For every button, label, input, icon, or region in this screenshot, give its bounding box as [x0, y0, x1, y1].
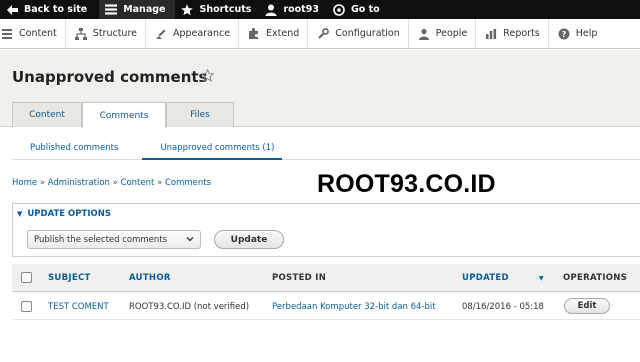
menu-item-configuration[interactable]: Configuration [308, 19, 409, 48]
updated-date: 08/16/2016 - 05:18 [462, 302, 544, 312]
extend-icon [247, 27, 261, 41]
menu-item-extend[interactable]: Extend [239, 19, 309, 48]
menu-item-content[interactable]: Content [0, 19, 66, 48]
posted-in-link[interactable]: Perbedaan Komputer 32-bit dan 64-bit [272, 302, 436, 312]
content-icon [0, 27, 14, 41]
table-header: SUBJECT AUTHOR POSTED IN UPDATED ▼ OPERA… [12, 264, 640, 292]
manage-label: Manage [123, 4, 166, 15]
action-select[interactable]: Publish the selected comments [27, 230, 201, 249]
tab-comments[interactable]: Comments [82, 102, 166, 128]
configuration-icon [316, 27, 330, 41]
update-button[interactable]: Update [214, 230, 284, 249]
shortcuts-label: Shortcuts [199, 4, 252, 15]
go-to-label: Go to [350, 4, 380, 15]
tab-files[interactable]: Files [166, 102, 234, 127]
comment-subject-link[interactable]: TEST COMENT [48, 302, 109, 312]
globe-icon [333, 3, 345, 16]
secondary-tabs: Published comments Unapproved comments (… [12, 138, 640, 160]
update-options-toggle[interactable]: ▼ UPDATE OPTIONS [17, 209, 111, 219]
menu-label-content: Content [19, 28, 57, 39]
top-toolbar: Back to site Manage Shortcuts root93 Go … [0, 0, 640, 19]
header-operations: OPERATIONS [563, 273, 628, 283]
primary-tabs: Content Comments Files [12, 102, 234, 128]
page-header: Unapproved comments Content Comments Fil… [0, 50, 640, 128]
menu-item-help[interactable]: ? Help [549, 19, 606, 48]
menu-item-reports[interactable]: Reports [476, 19, 549, 48]
menu-item-people[interactable]: People [409, 19, 477, 48]
go-to-tab[interactable]: Go to [327, 0, 388, 19]
tab-published-comments[interactable]: Published comments [12, 138, 126, 160]
edit-button[interactable]: Edit [564, 298, 610, 314]
help-icon: ? [557, 27, 571, 41]
breadcrumb-comments[interactable]: Comments [165, 178, 211, 188]
back-to-site-link[interactable]: Back to site [0, 0, 95, 19]
watermark-text: ROOT93.CO.ID [317, 170, 496, 198]
menu-label-people: People [435, 28, 468, 39]
menu-label-help: Help [575, 28, 598, 39]
breadcrumb-administration[interactable]: Administration [48, 178, 110, 188]
menu-label-structure: Structure [92, 28, 137, 39]
breadcrumb-separator: » [157, 178, 163, 188]
svg-text:?: ? [561, 30, 566, 39]
menu-label-appearance: Appearance [173, 28, 231, 39]
action-select-value: Publish the selected comments [34, 234, 168, 245]
breadcrumb-separator: » [39, 178, 46, 188]
breadcrumb-home[interactable]: Home [12, 178, 37, 188]
select-all-checkbox[interactable] [21, 272, 32, 283]
menu-label-extend: Extend [266, 28, 300, 39]
page-title: Unapproved comments [12, 68, 208, 86]
star-icon [181, 3, 194, 16]
back-to-site-label: Back to site [24, 4, 88, 15]
user-tab[interactable]: root93 [259, 0, 327, 19]
admin-menu: Content Structure Appearance Extend Conf… [0, 19, 640, 49]
row-checkbox[interactable] [21, 301, 32, 312]
comment-author: ROOT93.CO.ID (not verified) [129, 302, 250, 312]
appearance-icon [154, 27, 168, 41]
menu-item-appearance[interactable]: Appearance [146, 19, 240, 48]
header-updated[interactable]: UPDATED [462, 273, 509, 283]
caret-down-icon: ▼ [17, 210, 23, 218]
breadcrumb: Home » Administration » Content » Commen… [12, 178, 211, 188]
header-author[interactable]: AUTHOR [129, 273, 171, 283]
sort-descending-icon: ▼ [539, 275, 544, 282]
update-options-panel: ▼ UPDATE OPTIONS Publish the selected co… [12, 203, 640, 257]
header-subject[interactable]: SUBJECT [48, 273, 91, 283]
arrow-left-icon [6, 4, 18, 16]
shortcuts-tab[interactable]: Shortcuts [175, 0, 259, 19]
user-label: root93 [283, 4, 319, 15]
breadcrumb-content[interactable]: Content [121, 178, 155, 188]
shortcut-star-icon[interactable] [200, 68, 215, 85]
menu-label-reports: Reports [503, 28, 540, 39]
user-icon [265, 4, 277, 16]
chevron-down-icon [186, 235, 194, 246]
menu-label-configuration: Configuration [335, 28, 400, 39]
hamburger-icon [105, 4, 118, 16]
menu-item-structure[interactable]: Structure [66, 19, 146, 48]
comments-table: SUBJECT AUTHOR POSTED IN UPDATED ▼ OPERA… [12, 264, 640, 320]
update-options-title: UPDATE OPTIONS [27, 209, 111, 219]
breadcrumb-separator: » [112, 178, 118, 188]
header-posted-in: POSTED IN [272, 273, 327, 283]
people-icon [417, 27, 431, 41]
manage-tab[interactable]: Manage [99, 0, 176, 19]
reports-icon [484, 27, 498, 41]
tab-unapproved-comments[interactable]: Unapproved comments (1) [142, 138, 283, 160]
tab-content[interactable]: Content [12, 102, 82, 127]
structure-icon [74, 27, 88, 41]
table-row: TEST COMENT ROOT93.CO.ID (not verified) … [12, 292, 640, 320]
